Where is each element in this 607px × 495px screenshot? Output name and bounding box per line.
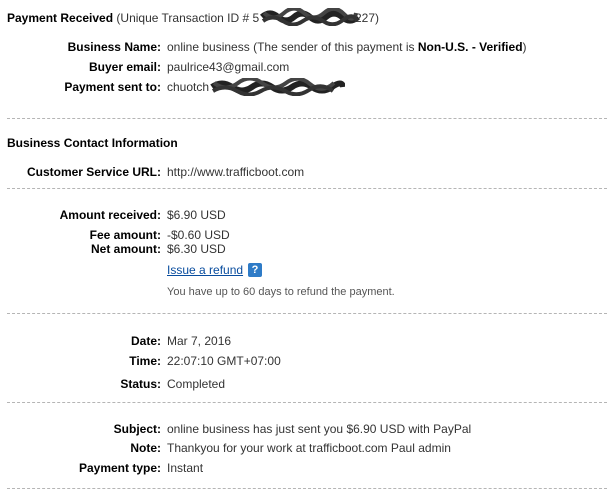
- payment-type-label: Payment type:: [78, 461, 161, 475]
- status-value: Completed: [167, 377, 226, 391]
- note-label: Note:: [130, 441, 161, 455]
- sender-verification-status: Non-U.S. - Verified: [417, 40, 523, 54]
- sender-note-prefix: (The sender of this payment is: [253, 40, 415, 54]
- time-value: 22:07:10 GMT+07:00: [167, 354, 281, 368]
- status-label: Status:: [120, 377, 161, 391]
- amount-received-label: Amount received:: [59, 208, 161, 222]
- payment-sent-to-value: chuotch: [167, 80, 210, 94]
- net-amount-label: Net amount:: [91, 242, 161, 256]
- refund-note: You have up to 60 days to refund the pay…: [167, 286, 395, 298]
- subject-value: online business has just sent you $6.90 …: [167, 422, 472, 436]
- transaction-id-prefix: (Unique Transaction ID #: [116, 11, 250, 25]
- page-title-row: Payment Received (Unique Transaction ID …: [7, 11, 259, 25]
- divider: [7, 488, 607, 489]
- business-name-value: online business: [167, 40, 250, 54]
- transaction-id-end: 227): [355, 11, 380, 25]
- redaction-scribble: [260, 8, 360, 26]
- divider: [7, 313, 607, 314]
- divider: [7, 118, 607, 119]
- sender-note-suffix: ): [522, 40, 527, 54]
- business-contact-heading: Business Contact Information: [7, 136, 178, 150]
- issue-refund-link[interactable]: Issue a refund: [167, 263, 243, 277]
- redaction-scribble: [210, 78, 345, 96]
- customer-service-url-label: Customer Service URL:: [26, 165, 161, 179]
- payment-sent-to-label: Payment sent to:: [64, 80, 161, 94]
- time-label: Time:: [129, 354, 161, 368]
- divider: [7, 188, 607, 189]
- buyer-email-label: Buyer email:: [88, 60, 161, 74]
- net-amount-value: $6.30 USD: [167, 242, 226, 256]
- date-value: Mar 7, 2016: [167, 334, 232, 348]
- fee-amount-label: Fee amount:: [89, 228, 161, 242]
- business-name-row: online business (The sender of this paym…: [167, 40, 527, 54]
- business-name-label: Business Name:: [67, 40, 161, 54]
- customer-service-url-value: http://www.trafficboot.com: [167, 165, 305, 179]
- payment-type-value: Instant: [167, 461, 204, 475]
- subject-label: Subject:: [113, 422, 161, 436]
- page-title: Payment Received: [7, 11, 114, 25]
- transaction-id-start: 5: [252, 11, 260, 25]
- fee-amount-value: -$0.60 USD: [167, 228, 230, 242]
- divider: [7, 402, 607, 403]
- date-label: Date:: [130, 334, 161, 348]
- amount-received-value: $6.90 USD: [167, 208, 226, 222]
- note-value: Thankyou for your work at trafficboot.co…: [167, 441, 451, 455]
- buyer-email-value: paulrice43@gmail.com: [167, 60, 290, 74]
- help-icon[interactable]: ?: [248, 263, 262, 277]
